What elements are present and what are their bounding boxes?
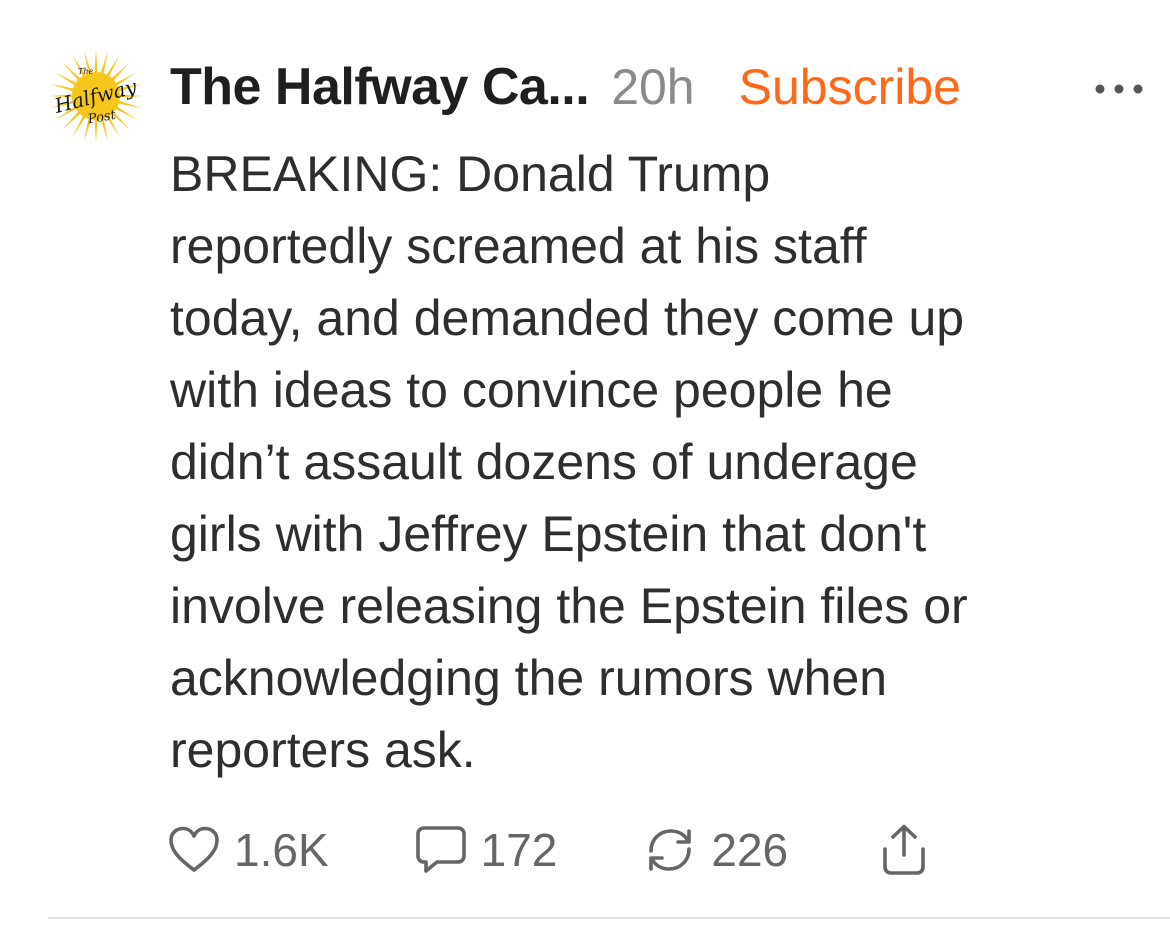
post-body-line: with ideas to convince people he [170, 362, 893, 418]
post-body-line: reporters ask. [170, 722, 476, 778]
post-divider [48, 917, 1170, 919]
heart-icon [169, 826, 219, 872]
share-button[interactable] [880, 823, 928, 877]
speech-bubble-icon [415, 826, 466, 873]
post-body-line: acknowledging the rumors when [170, 650, 888, 706]
like-button[interactable]: 1.6K [168, 823, 329, 877]
post-body-line: today, and demanded they come up [170, 290, 965, 346]
action-bar: 1.6K 172 226 [168, 818, 928, 882]
avatar[interactable]: The Halfway Post [48, 48, 144, 144]
share-icon [883, 824, 925, 875]
post-body-line: girls with Jeffrey Epstein that don't [170, 506, 927, 562]
post-body-line: involve releasing the Epstein files or [170, 578, 968, 634]
subscribe-button[interactable]: Subscribe [739, 58, 961, 116]
post-body-line: didn’t assault dozens of underage [170, 434, 918, 490]
post-body-line: BREAKING: Donald Trump [170, 146, 771, 202]
halfway-post-logo: The Halfway Post [49, 49, 143, 143]
author-name[interactable]: The Halfway Ca... [170, 57, 590, 117]
like-count: 1.6K [234, 824, 329, 876]
repost-arrows-icon [649, 829, 692, 871]
post-header: The Halfway Ca... 20h Subscribe [170, 52, 1145, 122]
logo-text-small: The [78, 67, 93, 76]
logo-ray [94, 49, 98, 75]
restack-button[interactable]: 226 [643, 823, 788, 877]
comment-button[interactable]: 172 [415, 823, 558, 877]
comment-count: 172 [480, 824, 558, 876]
post-body: BREAKING: Donald Trump reportedly scream… [170, 138, 1150, 786]
more-horizontal-icon[interactable] [1093, 82, 1145, 96]
restack-count: 226 [711, 824, 789, 876]
post-timestamp: 20h [611, 59, 695, 115]
logo-ray [100, 50, 109, 76]
post-card: The Halfway Post The Halfway Ca... 20h S… [0, 0, 1170, 927]
post-body-line: reportedly screamed at his staff [170, 218, 867, 274]
